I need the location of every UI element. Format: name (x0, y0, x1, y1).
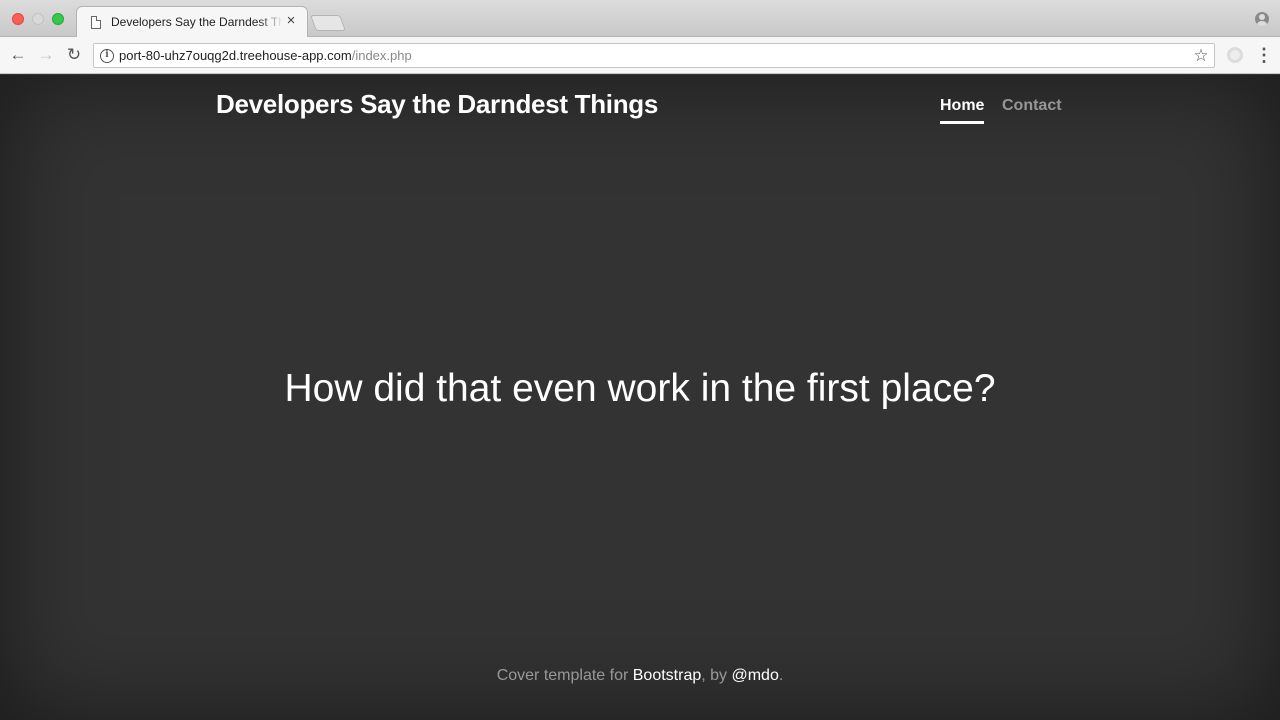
info-icon[interactable]: i (100, 49, 114, 63)
browser-titlebar: Developers Say the Darndest Things × (0, 0, 1280, 38)
browser-toolbar: ← → ↻ i port-80-uhz7ouqg2d.treehouse-app… (0, 37, 1280, 74)
footer-suffix: . (778, 667, 784, 684)
quote-heading: How did that even work in the first plac… (284, 367, 996, 410)
footer-text: Cover template for Bootstrap, by @mdo. (0, 667, 1280, 685)
bookmark-star-icon[interactable]: ☆ (1192, 46, 1210, 66)
tab-close-icon[interactable]: × (283, 13, 299, 29)
footer-middle: , by (701, 667, 732, 684)
back-arrow-icon[interactable]: ← (8, 45, 28, 65)
page-icon (91, 16, 101, 29)
maximize-window-button[interactable] (52, 13, 64, 25)
url-host: port-80-uhz7ouqg2d.treehouse-app.com (119, 48, 352, 63)
address-bar[interactable]: i port-80-uhz7ouqg2d.treehouse-app.com/i… (93, 43, 1215, 68)
browser-tab[interactable]: Developers Say the Darndest Things × (76, 6, 308, 38)
reload-icon[interactable]: ↻ (64, 45, 84, 65)
extension-icon[interactable] (1227, 47, 1243, 63)
profile-icon[interactable] (1255, 12, 1269, 26)
footer-prefix: Cover template for (496, 667, 633, 684)
mdo-link[interactable]: @mdo (731, 667, 778, 684)
nav-link-home[interactable]: Home (940, 97, 985, 124)
close-window-button[interactable] (12, 13, 24, 25)
kebab-menu-icon[interactable]: ⋮ (1255, 45, 1273, 65)
site-brand[interactable]: Developers Say the Darndest Things (216, 89, 658, 120)
nav-link-contact[interactable]: Contact (1002, 97, 1062, 124)
page-viewport: Developers Say the Darndest Things Home … (0, 75, 1280, 720)
minimize-window-button[interactable] (32, 13, 44, 25)
url-path: /index.php (351, 48, 412, 63)
new-tab-button[interactable] (310, 15, 346, 31)
forward-arrow-icon[interactable]: → (36, 45, 56, 65)
tab-title: Developers Say the Darndest Things (111, 15, 283, 29)
bootstrap-link[interactable]: Bootstrap (633, 667, 701, 684)
url-text[interactable]: port-80-uhz7ouqg2d.treehouse-app.com/ind… (119, 48, 412, 63)
